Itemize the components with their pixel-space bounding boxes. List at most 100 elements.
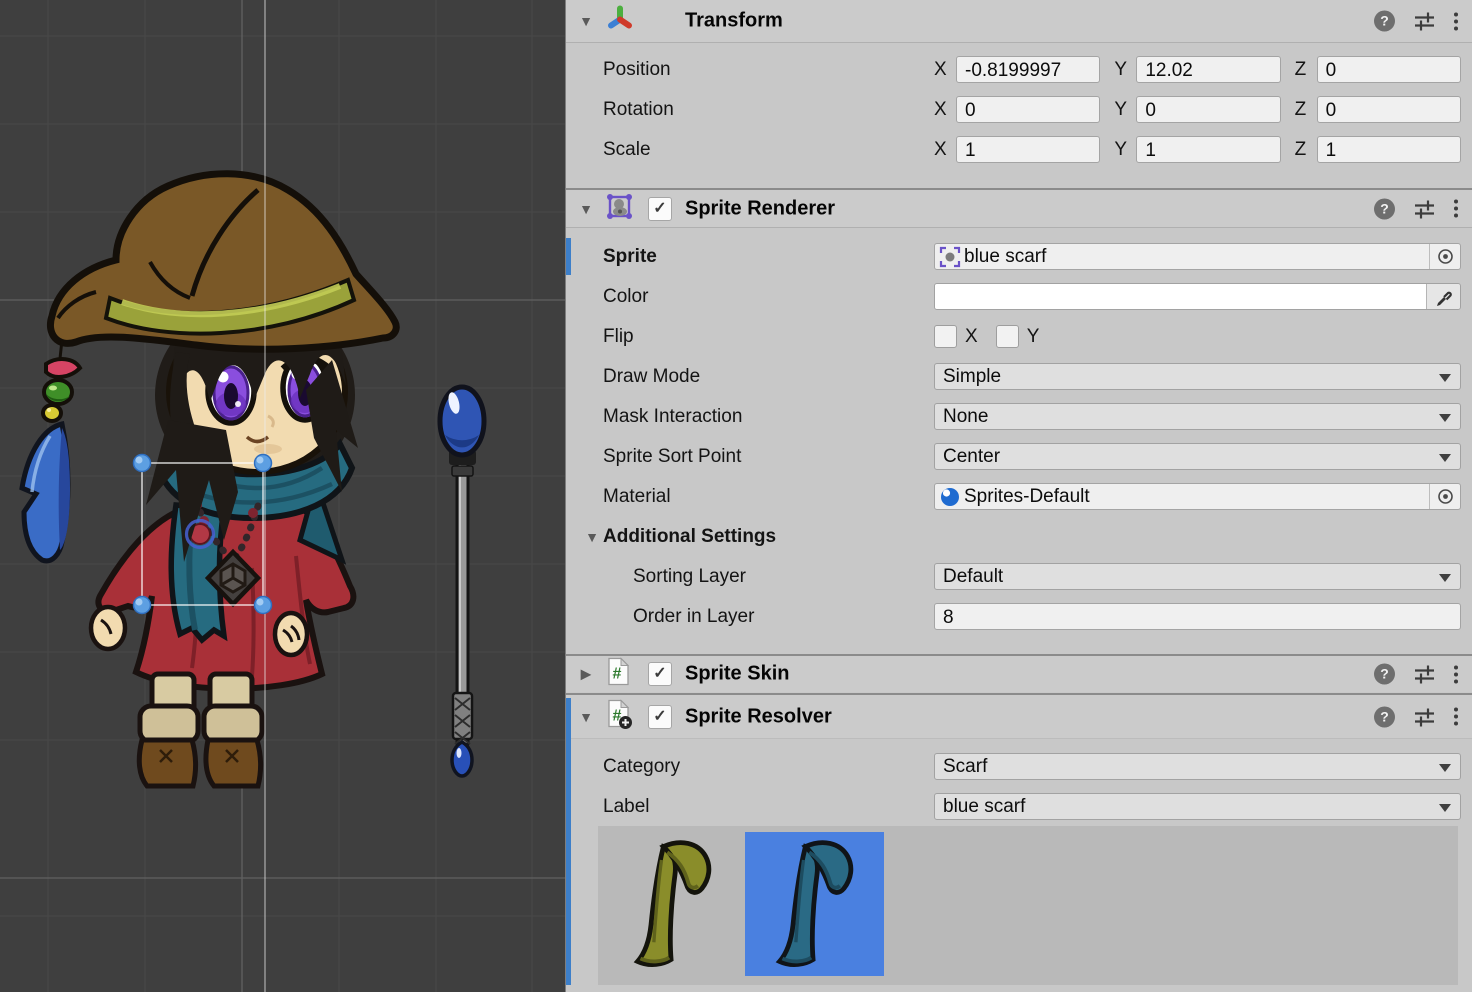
- foldout-arrow-icon[interactable]: ▼: [584, 529, 600, 545]
- color-row: Color: [566, 282, 1472, 311]
- material-object-field[interactable]: Sprites-Default: [934, 483, 1461, 510]
- help-icon[interactable]: ?: [1374, 198, 1395, 219]
- help-icon[interactable]: ?: [1374, 706, 1395, 727]
- color-swatch-field[interactable]: [934, 283, 1461, 310]
- position-z-field[interactable]: 0: [1317, 56, 1461, 83]
- category-row: Category Scarf: [566, 752, 1472, 781]
- axis-x-label: X: [934, 59, 956, 81]
- more-menu-icon[interactable]: [1454, 200, 1458, 218]
- object-picker-icon[interactable]: [1429, 244, 1460, 269]
- axis-z-label: Z: [1295, 59, 1317, 81]
- svg-text:#: #: [613, 666, 622, 683]
- additional-settings-foldout[interactable]: ▼ Additional Settings: [566, 524, 1472, 550]
- label-row: Label blue scarf: [566, 792, 1472, 821]
- rotation-z-field[interactable]: 0: [1317, 96, 1461, 123]
- rotation-x-field[interactable]: 0: [956, 96, 1100, 123]
- presets-icon[interactable]: [1413, 663, 1436, 686]
- presets-icon[interactable]: [1413, 197, 1436, 220]
- foldout-arrow-icon[interactable]: ▼: [578, 13, 594, 29]
- order-in-layer-row: Order in Layer 8: [566, 602, 1472, 631]
- axis-y-label: Y: [1114, 139, 1136, 161]
- color-swatch[interactable]: [935, 284, 1426, 309]
- material-field-value: Sprites-Default: [964, 486, 1090, 508]
- label-label: Label: [603, 796, 650, 818]
- sprite-variant-strip: [598, 826, 1458, 985]
- sprite-field-value: blue scarf: [964, 246, 1046, 268]
- object-picker-icon[interactable]: [1429, 484, 1460, 509]
- flip-x-label: X: [965, 326, 978, 348]
- order-in-layer-label: Order in Layer: [633, 606, 754, 628]
- color-label: Color: [603, 286, 648, 308]
- category-value: Scarf: [943, 756, 987, 777]
- scale-x-field[interactable]: 1: [956, 136, 1100, 163]
- sprite-sort-point-label: Sprite Sort Point: [603, 446, 741, 468]
- sprite-object-field[interactable]: blue scarf: [934, 243, 1461, 270]
- category-dropdown[interactable]: Scarf: [934, 753, 1461, 780]
- foldout-arrow-icon[interactable]: ▶: [578, 666, 594, 683]
- chevron-down-icon: [1439, 374, 1451, 382]
- component-enabled-checkbox[interactable]: ✓: [648, 662, 672, 686]
- foldout-arrow-icon[interactable]: ▼: [578, 709, 594, 725]
- flip-x-checkbox[interactable]: [934, 325, 957, 348]
- component-enabled-checkbox[interactable]: ✓: [648, 197, 672, 221]
- scale-y-field[interactable]: 1: [1136, 136, 1280, 163]
- more-menu-icon[interactable]: [1454, 12, 1458, 30]
- material-label: Material: [603, 486, 671, 508]
- character-sprite[interactable]: [22, 174, 396, 786]
- more-menu-icon[interactable]: [1454, 708, 1458, 726]
- sorting-layer-dropdown[interactable]: Default: [934, 563, 1461, 590]
- chevron-down-icon: [1439, 414, 1451, 422]
- unity-editor-window: ▼ Transform ?: [0, 0, 1472, 992]
- eyedropper-icon[interactable]: [1426, 284, 1460, 309]
- staff-sprite[interactable]: [440, 387, 484, 776]
- mask-interaction-row: Mask Interaction None: [566, 402, 1472, 431]
- sprite-renderer-header[interactable]: ▼ ✓ Sprite Renderer ?: [566, 190, 1472, 228]
- scene-canvas[interactable]: [0, 0, 565, 992]
- presets-icon[interactable]: [1413, 10, 1436, 33]
- hat-feather: [22, 424, 70, 561]
- more-menu-icon[interactable]: [1454, 665, 1458, 683]
- sorting-layer-row: Sorting Layer Default: [566, 562, 1472, 591]
- axis-y-label: Y: [1114, 99, 1136, 121]
- foldout-arrow-icon[interactable]: ▼: [578, 201, 594, 217]
- scarf-thumbnail-blue-selected[interactable]: [745, 832, 884, 976]
- sprite-sort-point-row: Sprite Sort Point Center: [566, 442, 1472, 471]
- material-row: Material Sprites-Default: [566, 482, 1472, 511]
- sprite-skin-header[interactable]: ▶ # ✓ Sprite Skin ?: [566, 656, 1472, 692]
- scale-row: Scale X 1 Y 1 Z 1: [566, 135, 1472, 164]
- component-enabled-checkbox[interactable]: ✓: [648, 705, 672, 729]
- script-plus-icon: #: [606, 699, 633, 734]
- sprite-label: Sprite: [603, 246, 657, 268]
- scarf-thumbnail-green[interactable]: [603, 832, 742, 976]
- sorting-layer-label: Sorting Layer: [633, 566, 746, 588]
- mask-interaction-label: Mask Interaction: [603, 406, 742, 428]
- scale-label: Scale: [603, 139, 651, 161]
- mask-interaction-dropdown[interactable]: None: [934, 403, 1461, 430]
- help-icon[interactable]: ?: [1374, 11, 1395, 32]
- order-in-layer-field[interactable]: 8: [934, 603, 1461, 630]
- position-row: Position X -0.8199997 Y 12.02 Z 0: [566, 55, 1472, 84]
- rotation-row: Rotation X 0 Y 0 Z 0: [566, 95, 1472, 124]
- axis-x-label: X: [934, 139, 956, 161]
- component-title: Sprite Resolver: [685, 705, 832, 728]
- rotation-y-field[interactable]: 0: [1136, 96, 1280, 123]
- sprite-resolver-header[interactable]: ▼ # ✓ Sprite Resolver ?: [566, 695, 1472, 739]
- chevron-down-icon: [1439, 764, 1451, 772]
- help-icon[interactable]: ?: [1374, 664, 1395, 685]
- transform-header[interactable]: ▼ Transform ?: [566, 0, 1472, 43]
- position-x-field[interactable]: -0.8199997: [956, 56, 1100, 83]
- position-label: Position: [603, 59, 671, 81]
- draw-mode-dropdown[interactable]: Simple: [934, 363, 1461, 390]
- scale-z-field[interactable]: 1: [1317, 136, 1461, 163]
- position-y-field[interactable]: 12.02: [1136, 56, 1280, 83]
- material-sphere-icon: [939, 486, 961, 508]
- sprite-sort-point-value: Center: [943, 446, 1000, 467]
- axis-z-label: Z: [1295, 99, 1317, 121]
- label-dropdown[interactable]: blue scarf: [934, 793, 1461, 820]
- presets-icon[interactable]: [1413, 705, 1436, 728]
- scene-view[interactable]: [0, 0, 565, 992]
- sprite-sort-point-dropdown[interactable]: Center: [934, 443, 1461, 470]
- script-icon: #: [606, 658, 631, 691]
- flip-y-checkbox[interactable]: [996, 325, 1019, 348]
- draw-mode-value: Simple: [943, 366, 1001, 387]
